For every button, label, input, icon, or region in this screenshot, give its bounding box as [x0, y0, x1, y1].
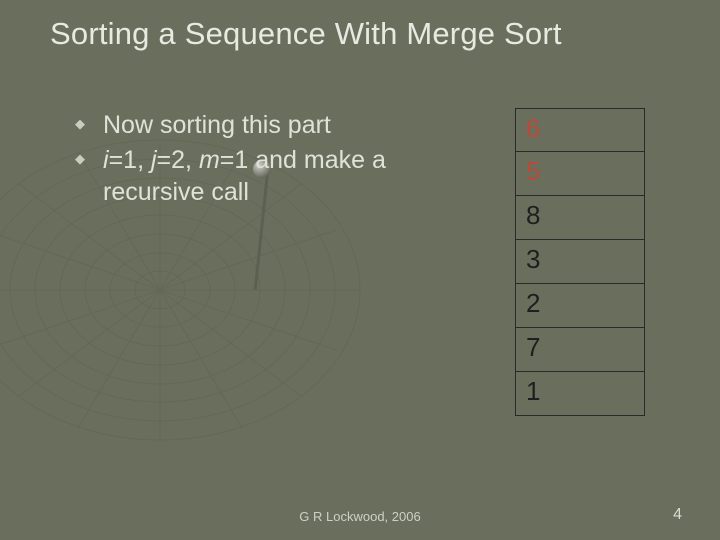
slide-title: Sorting a Sequence With Merge Sort [50, 16, 690, 52]
cell-2: 8 [515, 196, 645, 240]
footer-credit: G R Lockwood, 2006 [0, 509, 720, 524]
body-text: Now sorting this part i=1, j=2, m=1 and … [75, 110, 435, 212]
cell-4: 2 [515, 284, 645, 328]
cell-1: 5 [515, 152, 645, 196]
cell-0: 6 [515, 108, 645, 152]
cell-6: 1 [515, 372, 645, 416]
bullet-1-text: Now sorting this part [103, 111, 331, 139]
bullet-2: i=1, j=2, m=1 and make a recursive call [75, 145, 435, 208]
eq-j: =2, [157, 146, 199, 174]
var-m: m [199, 146, 220, 174]
cell-5: 7 [515, 328, 645, 372]
sequence-table: 6 5 8 3 2 7 1 [515, 108, 645, 416]
page-number: 4 [673, 506, 682, 524]
bullet-1: Now sorting this part [75, 110, 435, 141]
cell-3: 3 [515, 240, 645, 284]
eq-i: =1, [109, 146, 151, 174]
slide: Sorting a Sequence With Merge Sort Now s… [0, 0, 720, 540]
